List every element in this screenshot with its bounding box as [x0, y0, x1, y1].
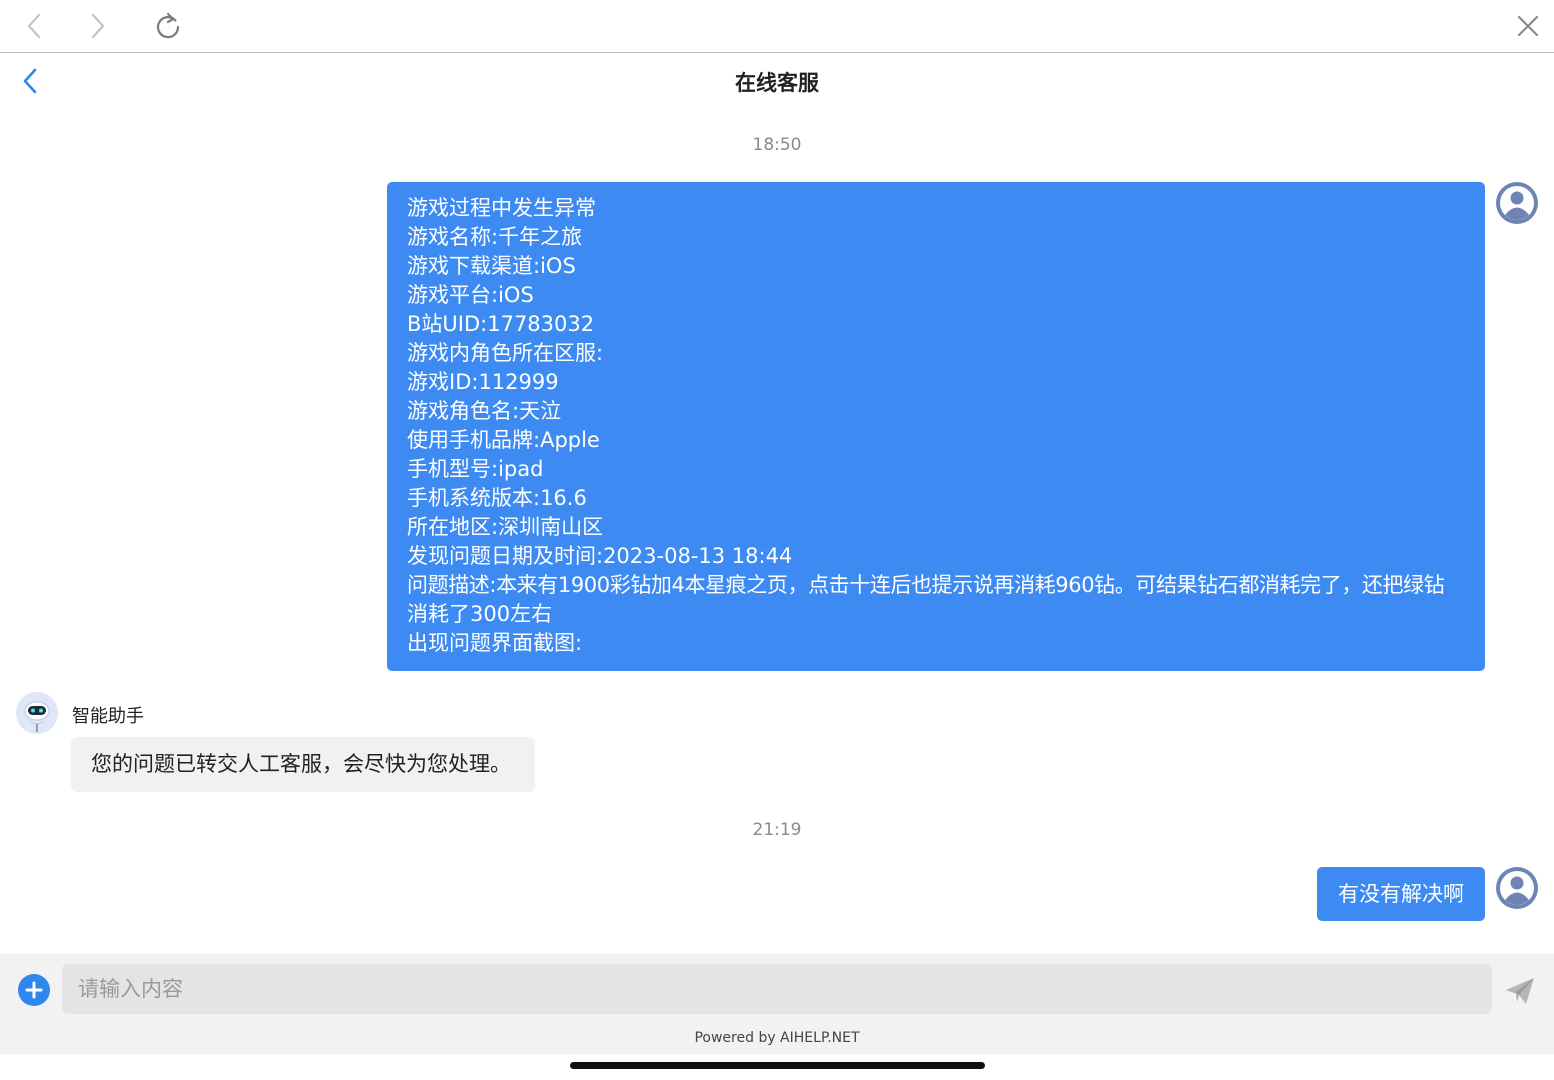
user-message-bubble: 游戏过程中发生异常 游戏名称:千年之旅 游戏下载渠道:iOS 游戏平台:iOS …: [387, 182, 1485, 671]
assistant-message-bubble: 您的问题已转交人工客服，会尽快为您处理。: [71, 737, 535, 792]
message-line: 游戏过程中发生异常: [407, 196, 596, 220]
message-line: 游戏ID:112999: [407, 370, 559, 394]
message-line: 游戏内角色所在区服:: [407, 341, 604, 365]
message-line: 发现问题日期及时间:2023-08-13 18:44: [407, 544, 793, 568]
message-line: 游戏下载渠道:iOS: [407, 254, 576, 278]
assistant-avatar: [16, 692, 58, 734]
powered-by-text: Powered by AIHELP.NET: [694, 1030, 860, 1046]
browser-back-button[interactable]: [16, 8, 52, 44]
message-line: 游戏角色名:天泣: [407, 399, 562, 423]
browser-toolbar: [0, 0, 1554, 53]
send-icon: [1506, 978, 1534, 1004]
message-line: B站UID:17783032: [407, 312, 595, 336]
message-line: 出现问题界面截图:: [407, 631, 583, 655]
home-indicator[interactable]: [570, 1062, 985, 1069]
message-line: 手机型号:ipad: [407, 457, 544, 481]
user-avatar: [1496, 867, 1538, 909]
assistant-name: 智能助手: [72, 706, 144, 727]
message-line: 所在地区:深圳南山区: [407, 515, 604, 539]
robot-icon: [16, 692, 58, 734]
message-line: 问题描述:本来有1900彩钻加4本星痕之页，点击十连后也提示说再消耗960钻。可…: [407, 573, 1445, 597]
chevron-left-icon: [27, 13, 41, 39]
message-line: 手机系统版本:16.6: [407, 486, 587, 510]
message-timestamp: 18:50: [752, 135, 802, 155]
send-button[interactable]: [1502, 974, 1538, 1008]
message-input[interactable]: [62, 964, 1492, 1014]
message-line: 游戏平台:iOS: [407, 283, 534, 307]
close-icon: [1517, 15, 1539, 37]
message-timestamp: 21:19: [752, 820, 802, 840]
reload-icon: [156, 12, 180, 39]
chat-header: 在线客服: [0, 53, 1554, 109]
user-avatar-icon: [1497, 868, 1537, 908]
user-message-bubble: 有没有解决啊: [1317, 867, 1485, 921]
message-input-bar: Powered by AIHELP.NET: [0, 954, 1554, 1054]
browser-reload-button[interactable]: [150, 8, 186, 44]
attach-button[interactable]: [18, 974, 50, 1006]
message-line: 游戏名称:千年之旅: [407, 225, 583, 249]
message-line: 使用手机品牌:Apple: [407, 428, 600, 452]
plus-icon: [25, 981, 43, 999]
page-title: 在线客服: [735, 71, 819, 95]
user-avatar-icon: [1497, 183, 1537, 223]
chevron-right-icon: [91, 13, 105, 39]
user-avatar: [1496, 182, 1538, 224]
message-line: 消耗了300左右: [407, 602, 553, 626]
browser-forward-button[interactable]: [80, 8, 116, 44]
browser-close-button[interactable]: [1510, 8, 1546, 44]
